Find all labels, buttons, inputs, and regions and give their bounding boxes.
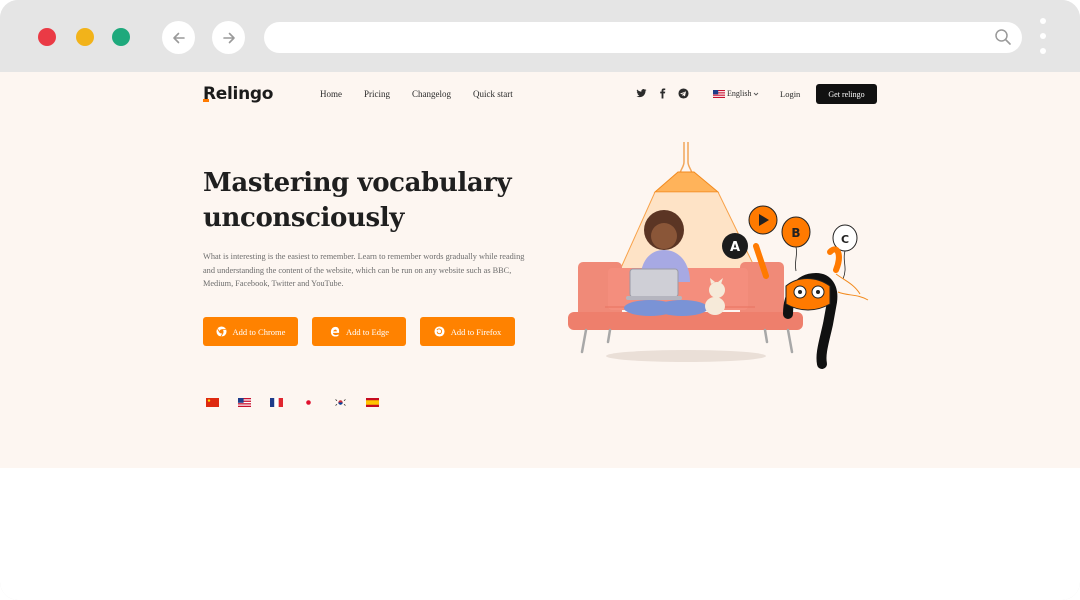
hero-title-line-2: unconsciously: [203, 203, 404, 233]
add-to-chrome-label: Add to Chrome: [232, 326, 286, 337]
search-icon[interactable]: [994, 28, 1012, 46]
spain-flag-icon[interactable]: [366, 398, 379, 407]
usa-flag-icon[interactable]: [238, 398, 251, 407]
nav-quick-start[interactable]: Quick start: [473, 89, 513, 99]
balloon-letter-a: A: [730, 240, 740, 255]
main-nav: Home Pricing Changelog Quick start: [320, 89, 535, 99]
hero-description: What is interesting is the easiest to re…: [203, 252, 525, 288]
browser-window: Relingo Home Pricing Changelog Quick sta…: [0, 0, 1080, 600]
language-selector[interactable]: English: [713, 89, 759, 98]
hero-illustration: A B C: [568, 142, 869, 369]
get-relingo-button[interactable]: Get relingo: [816, 84, 877, 104]
china-flag-icon[interactable]: [206, 398, 219, 407]
close-window-button[interactable]: [38, 28, 56, 46]
browser-toolbar: [0, 0, 1080, 72]
add-to-edge-label: Add to Edge: [346, 326, 389, 337]
hero-title-line-1: Mastering vocabulary: [203, 168, 512, 198]
logo[interactable]: Relingo: [203, 84, 273, 104]
forward-icon: [222, 32, 235, 43]
forward-button[interactable]: [212, 21, 245, 54]
login-link[interactable]: Login: [780, 89, 800, 99]
supported-languages: [206, 398, 379, 407]
chrome-icon: [216, 326, 227, 337]
add-to-chrome-button[interactable]: Add to Chrome: [203, 317, 298, 346]
balloon-letter-b: B: [791, 226, 800, 240]
menu-dot: [1040, 33, 1046, 39]
language-label: English: [727, 89, 752, 98]
nav-changelog[interactable]: Changelog: [412, 89, 451, 99]
back-icon: [172, 32, 185, 43]
balloon-letter-c: C: [841, 233, 849, 246]
facebook-icon[interactable]: [657, 88, 668, 99]
menu-dot: [1040, 48, 1046, 54]
address-bar[interactable]: [264, 22, 1022, 53]
usa-flag-icon: [713, 89, 725, 98]
add-to-firefox-label: Add to Firefox: [450, 326, 502, 337]
japan-flag-icon[interactable]: [302, 398, 315, 407]
chevron-down-icon: [754, 92, 759, 96]
telegram-icon[interactable]: [678, 88, 689, 99]
maximize-window-button[interactable]: [112, 28, 130, 46]
edge-icon: [330, 326, 340, 337]
back-button[interactable]: [162, 21, 195, 54]
nav-pricing[interactable]: Pricing: [364, 89, 390, 99]
minimize-window-button[interactable]: [76, 28, 94, 46]
menu-dot: [1040, 18, 1046, 24]
twitter-icon[interactable]: [636, 88, 647, 99]
more-vertical-icon[interactable]: [1039, 18, 1047, 54]
landing-page: Relingo Home Pricing Changelog Quick sta…: [0, 72, 1080, 468]
social-links: [636, 88, 689, 99]
page-lower-area: [0, 468, 1080, 600]
hero-title: Mastering vocabulary unconsciously: [203, 166, 543, 236]
add-to-edge-button[interactable]: Add to Edge: [312, 317, 406, 346]
france-flag-icon[interactable]: [270, 398, 283, 407]
nav-home[interactable]: Home: [320, 89, 342, 99]
korea-flag-icon[interactable]: [334, 398, 347, 407]
add-to-firefox-button[interactable]: Add to Firefox: [420, 317, 515, 346]
firefox-icon: [434, 326, 445, 337]
